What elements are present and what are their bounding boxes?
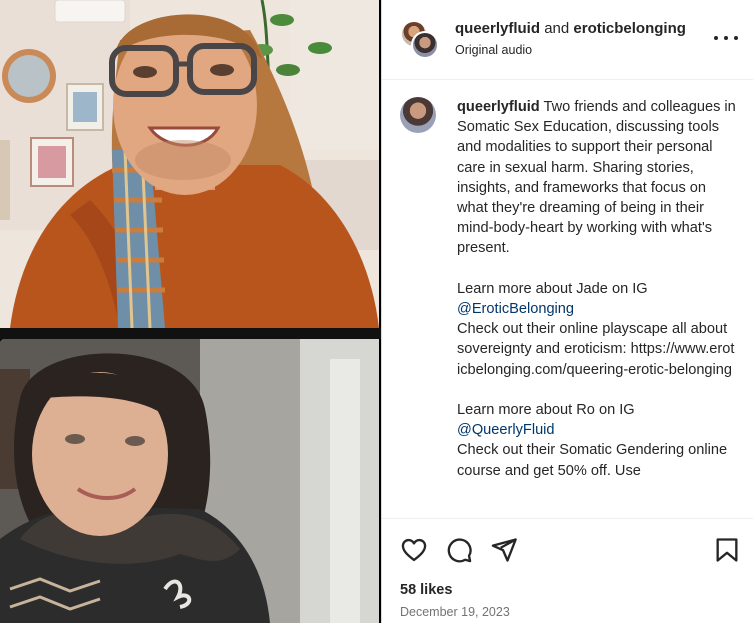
video-participant-bottom: [0, 339, 379, 623]
post-caption: queerlyfluid Two friends and colleagues …: [457, 97, 737, 481]
likes-count[interactable]: 58 likes: [400, 582, 452, 598]
caption-scroll-area[interactable]: queerlyfluid Two friends and colleagues …: [382, 80, 753, 518]
caption-text: Learn more about Ro on IG: [457, 402, 635, 419]
comment-button[interactable]: [445, 536, 473, 564]
avatar[interactable]: [411, 31, 439, 59]
mention-link[interactable]: @QueerlyFluid: [457, 422, 555, 438]
comment-icon: [447, 538, 472, 563]
video-participant-top: [0, 0, 379, 328]
avatar[interactable]: [400, 97, 436, 133]
caption-text: Learn more about Jade on IG: [457, 280, 648, 297]
participant-top-image: [0, 0, 379, 328]
collab-avatars[interactable]: [400, 20, 440, 60]
joiner-text: and: [544, 20, 570, 37]
mention-link[interactable]: @EroticBelonging: [457, 301, 574, 317]
reel-video[interactable]: [0, 0, 381, 623]
action-bar: 58 likes December 19, 2023: [382, 518, 753, 624]
like-button[interactable]: [400, 536, 428, 564]
audio-link[interactable]: Original audio: [455, 43, 532, 57]
video-divider: [0, 328, 381, 339]
collab-title: queerlyfluid and eroticbelonging: [455, 20, 686, 37]
post-header: queerlyfluid and eroticbelonging Origina…: [382, 0, 753, 80]
heart-icon: [401, 538, 427, 562]
username-link[interactable]: queerlyfluid: [455, 20, 540, 37]
send-icon: [491, 538, 517, 562]
caption-text: Two friends and colleagues in Somatic Se…: [457, 99, 740, 257]
more-dot: [724, 36, 728, 40]
save-button[interactable]: [713, 536, 741, 564]
participant-bottom-image: [0, 339, 379, 623]
share-button[interactable]: [490, 536, 518, 564]
caption-username[interactable]: queerlyfluid: [457, 99, 540, 115]
bookmark-icon: [716, 538, 738, 562]
more-dot: [734, 36, 738, 40]
caption-text: Check out their online playscape all abo…: [457, 321, 735, 378]
more-horizontal-icon: [714, 36, 718, 40]
username-link[interactable]: eroticbelonging: [573, 20, 686, 37]
more-options-button[interactable]: [714, 28, 738, 48]
caption-text: Check out their Somatic Gendering online…: [457, 442, 732, 479]
post-panel: queerlyfluid and eroticbelonging Origina…: [381, 0, 753, 624]
post-date[interactable]: December 19, 2023: [400, 605, 510, 619]
